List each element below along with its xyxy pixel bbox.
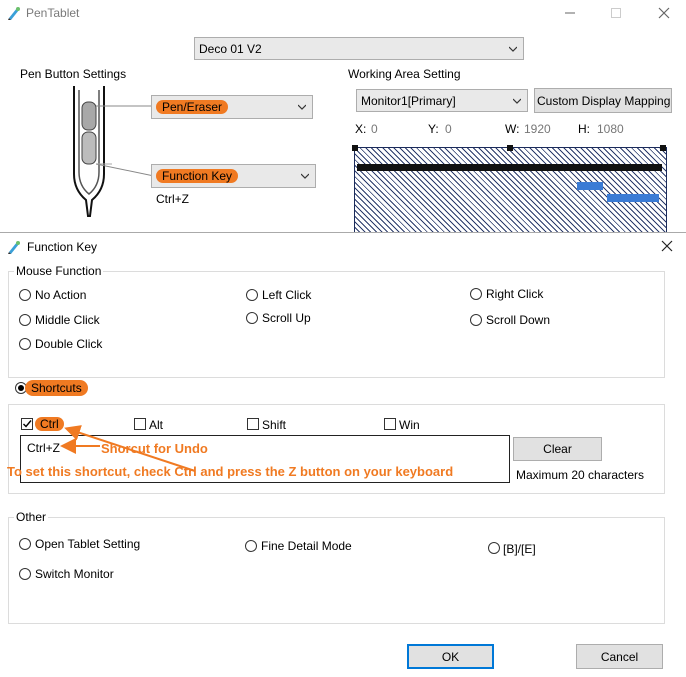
minimize-button[interactable]	[548, 0, 592, 26]
preview-handle[interactable]	[660, 145, 666, 151]
working-area-label: Working Area Setting	[346, 67, 463, 81]
y-value: 0	[445, 122, 452, 136]
chevron-down-icon	[298, 104, 306, 110]
connector-lines	[96, 105, 154, 177]
instruction-annotation: To set this shortcut, check Ctrl and pre…	[7, 464, 454, 479]
open-tablet-setting-label: Open Tablet Setting	[35, 537, 141, 551]
fine-detail-mode-label: Fine Detail Mode	[261, 539, 352, 553]
upper-pen-button-select[interactable]: Pen/Eraser	[151, 95, 313, 119]
ok-button[interactable]: OK	[407, 644, 494, 669]
x-label: X:	[355, 122, 367, 136]
custom-display-mapping-button[interactable]: Custom Display Mapping	[534, 88, 672, 113]
cancel-button[interactable]: Cancel	[576, 644, 663, 669]
device-select[interactable]: Deco 01 V2	[194, 37, 524, 60]
monitor-select[interactable]: Monitor1[Primary]	[356, 89, 528, 112]
device-select-value: Deco 01 V2	[199, 41, 262, 56]
w-label: W:	[505, 122, 520, 136]
pen-button-settings-label: Pen Button Settings	[18, 67, 129, 81]
chevron-down-icon	[509, 46, 517, 52]
x-value: 0	[371, 122, 378, 136]
radio-open-tablet-setting[interactable]	[19, 538, 31, 550]
lower-pen-button-shortcut: Ctrl+Z	[156, 192, 189, 206]
main-window-title: PenTablet	[26, 6, 80, 20]
lower-pen-button-select[interactable]: Function Key	[151, 164, 316, 188]
close-icon	[658, 7, 670, 19]
working-area-preview[interactable]	[352, 145, 667, 235]
b-e-label: [B]/[E]	[503, 542, 536, 556]
main-close-button[interactable]	[642, 0, 686, 26]
custom-display-mapping-label: Custom Display Mapping	[537, 93, 671, 108]
minimize-icon	[565, 12, 575, 14]
preview-window	[577, 182, 603, 190]
preview-window	[607, 194, 659, 202]
y-label: Y:	[428, 122, 439, 136]
preview-taskbar	[357, 164, 662, 171]
chevron-down-icon	[301, 173, 309, 179]
radio-fine-detail-mode[interactable]	[245, 540, 257, 552]
lower-pen-button-value: Function Key	[156, 169, 239, 183]
ok-button-label: OK	[441, 649, 460, 664]
function-key-dialog: Function Key Mouse Function No Action Le…	[0, 232, 686, 676]
h-label: H:	[578, 122, 590, 136]
preview-handle[interactable]	[507, 145, 513, 151]
monitor-select-value: Monitor1[Primary]	[361, 93, 456, 108]
radio-b-e[interactable]	[488, 542, 500, 554]
h-value: 1080	[597, 122, 624, 136]
main-window-titlebar: PenTablet	[0, 0, 686, 28]
maximize-button[interactable]	[594, 0, 638, 26]
pentablet-app-icon	[8, 7, 20, 20]
upper-pen-button-value: Pen/Eraser	[156, 100, 229, 114]
chevron-down-icon	[513, 98, 521, 104]
other-label: Other	[14, 510, 49, 524]
w-value: 1920	[524, 122, 551, 136]
maximize-icon	[611, 8, 621, 18]
undo-annotation: Shorcut for Undo	[101, 441, 208, 456]
preview-handle[interactable]	[352, 145, 358, 151]
switch-monitor-label: Switch Monitor	[35, 567, 114, 581]
cancel-button-label: Cancel	[600, 649, 639, 664]
radio-switch-monitor[interactable]	[19, 568, 31, 580]
